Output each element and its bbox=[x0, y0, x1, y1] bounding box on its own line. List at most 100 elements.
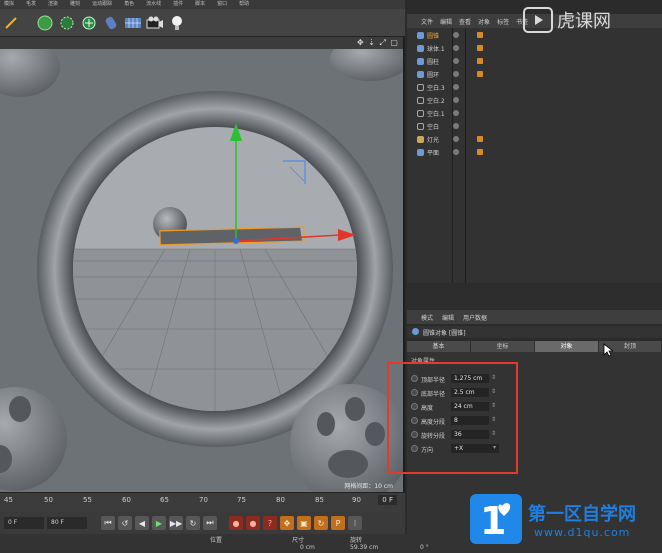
tag-icon[interactable] bbox=[477, 58, 483, 64]
list-item[interactable]: 球体.1 bbox=[407, 43, 662, 54]
frame-end-field[interactable]: 80 F bbox=[47, 517, 87, 529]
menu-item[interactable]: 帮助 bbox=[239, 0, 249, 9]
watermark-top: 虎课网 bbox=[523, 2, 659, 38]
3d-viewport[interactable]: ✥ ⇣ ⤢ ▢ 网格间距：10 cm bbox=[0, 37, 405, 492]
timeline-tick: 60 bbox=[122, 496, 131, 504]
null-icon bbox=[417, 110, 424, 117]
tag-icon[interactable] bbox=[477, 136, 483, 142]
object-name: 圆柱 bbox=[427, 59, 440, 66]
menu-item[interactable]: 渲染 bbox=[48, 0, 58, 9]
position-key-icon[interactable]: ✥ bbox=[280, 516, 294, 530]
om-menu-item[interactable]: 查看 bbox=[459, 17, 471, 26]
visibility-dot[interactable] bbox=[453, 58, 459, 64]
visibility-dot[interactable] bbox=[453, 32, 459, 38]
sphere-primitive-icon[interactable] bbox=[36, 14, 54, 32]
next-frame-button[interactable]: ▶▶ bbox=[169, 516, 183, 530]
play-reverse-button[interactable]: ◀ bbox=[135, 516, 149, 530]
tab-basic[interactable]: 基本 bbox=[407, 341, 471, 352]
z-axis-handle[interactable] bbox=[233, 238, 239, 244]
visibility-dot[interactable] bbox=[453, 71, 459, 77]
attr-menu-item[interactable]: 编辑 bbox=[442, 313, 454, 322]
list-item[interactable]: 平面 bbox=[407, 147, 662, 158]
list-item[interactable]: 空白.1 bbox=[407, 108, 662, 119]
frame-start-field[interactable]: 0 F bbox=[4, 517, 44, 529]
om-menu-item[interactable]: 标签 bbox=[497, 17, 509, 26]
list-item[interactable]: 空白 bbox=[407, 121, 662, 132]
menu-item[interactable]: 脚本 bbox=[195, 0, 205, 9]
tag-icon[interactable] bbox=[477, 149, 483, 155]
tag-icon[interactable] bbox=[477, 71, 483, 77]
menu-item[interactable]: 角色 bbox=[124, 0, 134, 9]
grid-spacing-label: 网格间距：10 cm bbox=[344, 483, 393, 490]
om-menu-item[interactable]: 对象 bbox=[478, 17, 490, 26]
record-key-icon[interactable]: ● bbox=[229, 516, 243, 530]
timeline-tick: 65 bbox=[160, 496, 169, 504]
panel-splitter[interactable] bbox=[407, 283, 662, 310]
viewport-nav-icon[interactable]: ✥ ⇣ ⤢ ▢ bbox=[357, 38, 399, 48]
menu-item[interactable]: 流水线 bbox=[146, 0, 161, 9]
menu-item[interactable]: 模拟 bbox=[4, 0, 14, 9]
list-item[interactable]: 空白.2 bbox=[407, 95, 662, 106]
list-item[interactable]: 圆柱 bbox=[407, 56, 662, 67]
next-key-button[interactable]: ↻ bbox=[186, 516, 200, 530]
gear-spline-icon[interactable] bbox=[58, 14, 76, 32]
timeline-tick: 50 bbox=[44, 496, 53, 504]
selection-tool-icon[interactable] bbox=[2, 14, 20, 32]
rotation-label: 旋转 bbox=[350, 537, 363, 544]
light-bulb-icon[interactable] bbox=[168, 14, 186, 32]
pos-x-value[interactable]: 0 cm bbox=[300, 544, 315, 551]
visibility-dot[interactable] bbox=[453, 97, 459, 103]
param-key-icon[interactable]: P bbox=[331, 516, 345, 530]
current-frame-field[interactable]: 0 F bbox=[378, 495, 397, 505]
floor-grid-icon[interactable] bbox=[124, 14, 142, 32]
visibility-dot[interactable] bbox=[453, 110, 459, 116]
menu-item[interactable]: 雕刻 bbox=[70, 0, 80, 9]
visibility-dot[interactable] bbox=[453, 136, 459, 142]
object-icon bbox=[417, 32, 424, 39]
autokey-icon[interactable]: ● bbox=[246, 516, 260, 530]
column-divider bbox=[465, 28, 466, 283]
rot-value[interactable]: 0 ° bbox=[420, 544, 429, 551]
deformer-icon[interactable] bbox=[102, 14, 120, 32]
attributes-title-text: 圆锥对象 [圆锥] bbox=[423, 330, 466, 337]
main-menubar: 模拟 毛发 渲染 雕刻 运动跟踪 角色 流水线 插件 脚本 窗口 帮助 bbox=[0, 0, 405, 9]
object-name: 空白.1 bbox=[427, 111, 445, 118]
prev-key-button[interactable]: ↺ bbox=[118, 516, 132, 530]
menu-item[interactable]: 插件 bbox=[173, 0, 183, 9]
list-item[interactable]: 圆环 bbox=[407, 69, 662, 80]
goto-end-button[interactable]: ⏭ bbox=[203, 516, 217, 530]
rotation-key-icon[interactable]: ↻ bbox=[314, 516, 328, 530]
viewport-header: ✥ ⇣ ⤢ ▢ bbox=[0, 37, 403, 49]
tab-coordinates[interactable]: 坐标 bbox=[471, 341, 535, 352]
visibility-dot[interactable] bbox=[453, 149, 459, 155]
list-item[interactable]: 空白.3 bbox=[407, 82, 662, 93]
attr-menu-item[interactable]: 模式 bbox=[421, 313, 433, 322]
menu-item[interactable]: 运动跟踪 bbox=[92, 0, 112, 9]
column-divider bbox=[452, 28, 453, 283]
tag-icon[interactable] bbox=[477, 45, 483, 51]
timeline-ruler[interactable]: 45 50 55 60 65 70 75 80 85 90 0 F bbox=[0, 492, 405, 512]
camera-icon[interactable] bbox=[146, 14, 164, 32]
timeline-tick: 75 bbox=[237, 496, 246, 504]
size-value[interactable]: 59.39 cm bbox=[350, 544, 378, 551]
goto-start-button[interactable]: ⏮ bbox=[101, 516, 115, 530]
nurbs-icon[interactable] bbox=[80, 14, 98, 32]
pla-key-icon[interactable]: ⁝ bbox=[348, 516, 362, 530]
visibility-dot[interactable] bbox=[453, 84, 459, 90]
tag-icon[interactable] bbox=[477, 32, 483, 38]
attr-menu-item[interactable]: 用户数据 bbox=[463, 313, 487, 322]
object-name: 空白 bbox=[427, 124, 440, 131]
list-item[interactable]: 灯光 bbox=[407, 134, 662, 145]
visibility-dot[interactable] bbox=[453, 45, 459, 51]
keyframe-selection-icon[interactable]: ? bbox=[263, 516, 277, 530]
play-button[interactable]: ▶ bbox=[152, 516, 166, 530]
tab-object[interactable]: 对象 bbox=[535, 341, 599, 352]
object-name: 球体.1 bbox=[427, 46, 445, 53]
scale-key-icon[interactable]: ▣ bbox=[297, 516, 311, 530]
om-menu-item[interactable]: 编辑 bbox=[440, 17, 452, 26]
menu-item[interactable]: 毛发 bbox=[26, 0, 36, 9]
menu-item[interactable]: 窗口 bbox=[217, 0, 227, 9]
object-icon bbox=[417, 71, 424, 78]
om-menu-item[interactable]: 文件 bbox=[421, 17, 433, 26]
visibility-dot[interactable] bbox=[453, 123, 459, 129]
